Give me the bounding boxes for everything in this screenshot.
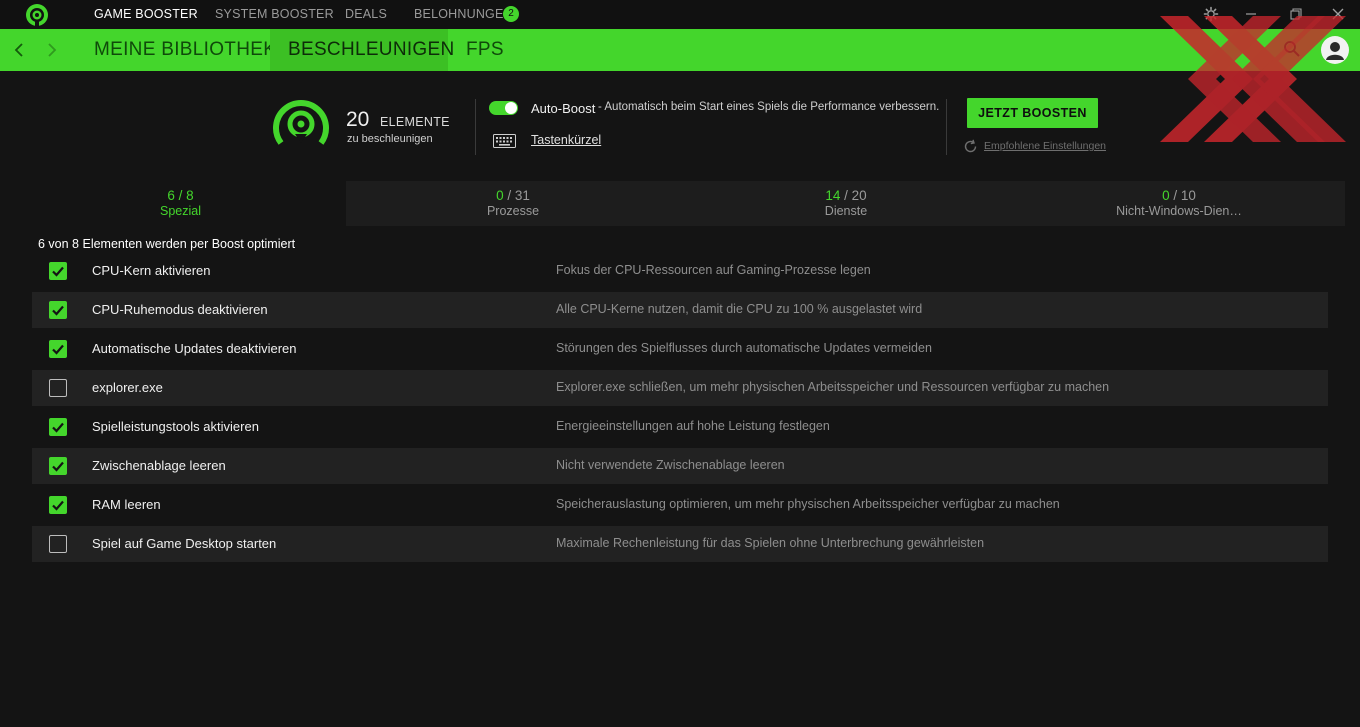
user-avatar[interactable] <box>1321 36 1349 64</box>
item-description: Fokus der CPU-Ressourcen auf Gaming-Proz… <box>556 263 871 277</box>
checkmark-icon <box>52 422 64 433</box>
keyboard-icon <box>493 134 516 148</box>
title-bar: GAME BOOSTER SYSTEM BOOSTER DEALS BELOHN… <box>0 0 1360 29</box>
elements-count-subtitle: zu beschleunigen <box>347 133 433 145</box>
refresh-icon[interactable] <box>963 139 978 154</box>
elements-count: 20 <box>346 108 370 131</box>
tab-total-count: / 20 <box>844 188 867 203</box>
tab-total-count: / 8 <box>178 188 194 203</box>
item-name: Zwischenablage leeren <box>92 458 226 473</box>
back-arrow-icon[interactable] <box>9 40 29 60</box>
divider <box>475 99 476 155</box>
shortcut-link[interactable]: Tastenkürzel <box>531 133 601 147</box>
tab-total-count: / 31 <box>507 188 530 203</box>
item-checkbox[interactable] <box>49 379 67 397</box>
tab-selected-count: 0 <box>496 188 504 203</box>
item-checkbox[interactable] <box>49 262 67 280</box>
checkmark-icon <box>52 344 64 355</box>
list-item: RAM leeren Speicherauslastung optimieren… <box>32 487 1328 523</box>
auto-boost-description: - Automatisch beim Start eines Spiels di… <box>598 101 940 113</box>
list-item: CPU-Kern aktivieren Fokus der CPU-Ressou… <box>32 253 1328 289</box>
tab-fps[interactable]: FPS <box>448 29 522 71</box>
forward-arrow-icon[interactable] <box>42 40 62 60</box>
item-checkbox[interactable] <box>49 340 67 358</box>
divider <box>946 99 947 155</box>
recommended-settings-link[interactable]: Empfohlene Einstellungen <box>984 140 1106 152</box>
item-checkbox[interactable] <box>49 418 67 436</box>
boost-now-button[interactable]: JETZT BOOSTEN <box>967 98 1098 128</box>
item-name: Spielleistungstools aktivieren <box>92 419 259 434</box>
topnav-game-booster[interactable]: GAME BOOSTER <box>94 7 198 21</box>
tab-label: Prozesse <box>486 204 540 218</box>
restore-window-icon[interactable] <box>1288 6 1304 22</box>
auto-boost-toggle[interactable] <box>489 101 518 115</box>
section-nav-bar: MEINE BIBLIOTHEK BESCHLEUNIGEN FPS <box>0 29 1360 71</box>
checkmark-icon <box>52 266 64 277</box>
list-item: CPU-Ruhemodus deaktivieren Alle CPU-Kern… <box>32 292 1328 328</box>
item-checkbox[interactable] <box>49 496 67 514</box>
list-item: Spiel auf Game Desktop starten Maximale … <box>32 526 1328 562</box>
item-checkbox[interactable] <box>49 535 67 553</box>
checkmark-icon <box>52 305 64 316</box>
checkmark-icon <box>52 500 64 511</box>
tab-label: Dienste <box>824 204 868 218</box>
list-item: explorer.exe Explorer.exe schließen, um … <box>32 370 1328 406</box>
tab-selected-count: 6 <box>167 188 175 203</box>
settings-gear-icon[interactable] <box>1203 6 1219 22</box>
app-window: GAME BOOSTER SYSTEM BOOSTER DEALS BELOHN… <box>0 0 1360 727</box>
tab-selected-count: 14 <box>825 188 841 203</box>
tab-meine-bibliothek[interactable]: MEINE BIBLIOTHEK <box>76 29 294 71</box>
item-description: Explorer.exe schließen, um mehr physisch… <box>556 380 1110 394</box>
item-description: Störungen des Spielflusses durch automat… <box>556 341 932 355</box>
game-booster-logo-icon <box>26 4 48 27</box>
minimize-icon[interactable] <box>1243 6 1259 22</box>
topnav-system-booster[interactable]: SYSTEM BOOSTER <box>215 7 334 21</box>
item-description: Maximale Rechenleistung für das Spielen … <box>556 536 985 550</box>
tab-prozesse[interactable]: 0 / 31 Prozesse <box>347 181 679 226</box>
item-checkbox[interactable] <box>49 301 67 319</box>
list-item: Automatische Updates deaktivieren Störun… <box>32 331 1328 367</box>
tab-label: Spezial <box>160 204 201 218</box>
tab-selected-count: 0 <box>1162 188 1170 203</box>
user-profile-icon <box>1326 42 1344 60</box>
topnav-rewards[interactable]: BELOHNUNGEN <box>414 7 513 21</box>
list-item: Zwischenablage leeren Nicht verwendete Z… <box>32 448 1328 484</box>
category-tabs: 6 / 8 Spezial 0 / 31 Prozesse 14 / 20 Di… <box>15 181 1345 226</box>
item-name: RAM leeren <box>92 497 161 512</box>
item-description: Nicht verwendete Zwischenablage leeren <box>556 458 785 472</box>
item-name: Spiel auf Game Desktop starten <box>92 536 277 551</box>
tab-beschleunigen[interactable]: BESCHLEUNIGEN <box>270 29 454 71</box>
item-name: explorer.exe <box>92 380 163 395</box>
item-name: CPU-Kern aktivieren <box>92 263 211 278</box>
item-name: CPU-Ruhemodus deaktivieren <box>92 302 268 317</box>
tab-spezial[interactable]: 6 / 8 Spezial <box>15 181 346 226</box>
item-checkbox[interactable] <box>49 457 67 475</box>
tab-dienste[interactable]: 14 / 20 Dienste <box>680 181 1012 226</box>
search-icon[interactable] <box>1282 39 1302 59</box>
elements-count-label: ELEMENTE <box>380 115 450 129</box>
tab-label: Nicht-Windows-Dien… <box>1116 204 1242 218</box>
item-name: Automatische Updates deaktivieren <box>92 341 297 356</box>
auto-boost-label: Auto-Boost <box>531 101 596 116</box>
list-title: 6 von 8 Elementen werden per Boost optim… <box>38 237 296 251</box>
rewards-badge: 2 <box>503 6 519 22</box>
topnav-deals[interactable]: DEALS <box>345 7 387 21</box>
list-item: Spielleistungstools aktivieren Energieei… <box>32 409 1328 445</box>
close-icon[interactable] <box>1330 6 1346 22</box>
checkmark-icon <box>52 461 64 472</box>
item-description: Energieeinstellungen auf hohe Leistung f… <box>556 419 830 433</box>
item-description: Speicherauslastung optimieren, um mehr p… <box>556 497 1060 511</box>
tab-nicht-windows-dienste[interactable]: 0 / 10 Nicht-Windows-Dien… <box>1013 181 1345 226</box>
item-description: Alle CPU-Kerne nutzen, damit die CPU zu … <box>556 302 923 316</box>
boost-gauge-icon <box>273 100 329 145</box>
tab-total-count: / 10 <box>1173 188 1196 203</box>
